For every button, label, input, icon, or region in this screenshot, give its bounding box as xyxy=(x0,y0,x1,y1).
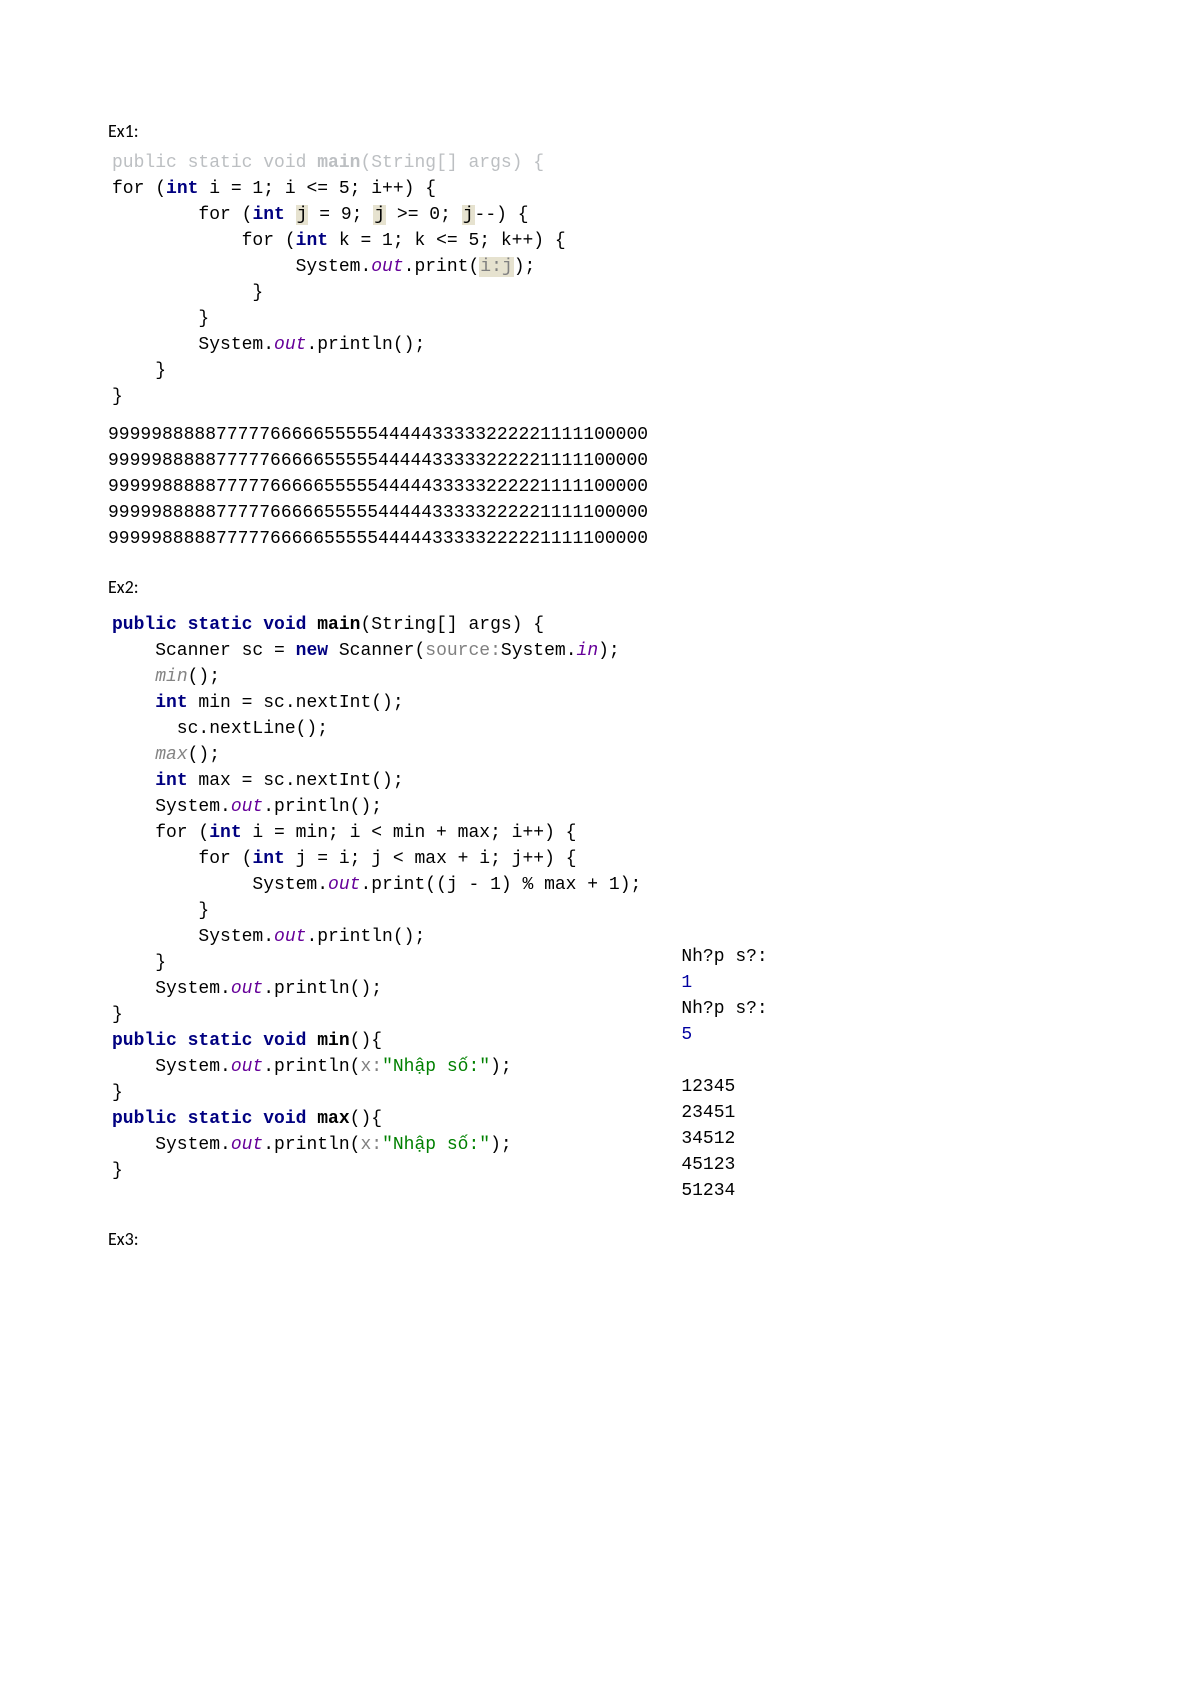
ex2-heading: Ex2: xyxy=(108,576,1092,598)
ex1-code: public static void main(String[] args) {… xyxy=(112,150,1092,410)
ex2-code: public static void main(String[] args) {… xyxy=(112,612,641,1184)
ex1-heading: Ex1: xyxy=(108,120,1092,142)
ex2-output: Nh?p s?: 1 Nh?p s?: 5 12345 23451 34512 … xyxy=(681,944,767,1204)
ex3-heading: Ex3: xyxy=(108,1228,1092,1250)
ex1-output: 9999988888777776666655555444443333322222… xyxy=(108,422,1092,552)
